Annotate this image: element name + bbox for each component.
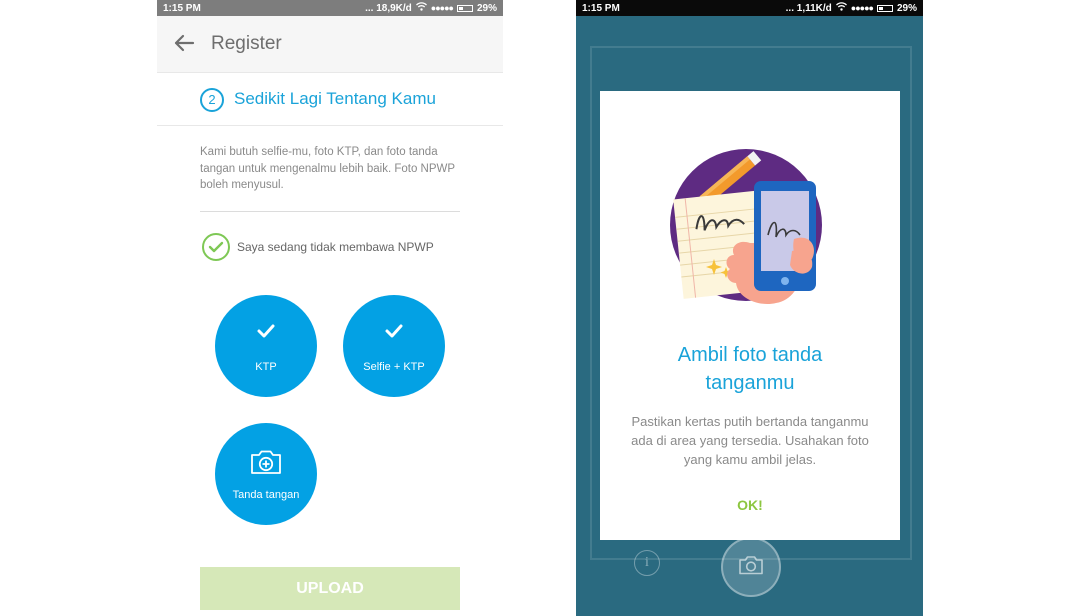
- signature-phone-illustration: [670, 149, 822, 305]
- wifi-icon: [415, 2, 427, 14]
- step-title: Sedikit Lagi Tentang Kamu: [234, 89, 436, 108]
- selfie-ktp-button-label: Selfie + KTP: [363, 361, 425, 373]
- instruction-text: Kami butuh selfie-mu, foto KTP, dan foto…: [200, 146, 455, 191]
- dialog-message: Pastikan kertas putih bertanda tanganmu …: [631, 414, 869, 467]
- status-bar: 1:15 PM ... 18,9K/d ●●●●● 29%: [157, 0, 503, 16]
- signature-photo-dialog: Ambil foto tanda tanganmu Pastikan kerta…: [600, 91, 900, 540]
- battery-level: 29%: [476, 2, 497, 14]
- dialog-title-line2: tanganmu: [705, 372, 795, 394]
- camera-screen: 1:15 PM ... 1,11K/d ●●●●● 29% i Ambil fo…: [576, 0, 923, 616]
- dialog-title-line1: Ambil foto tanda: [677, 344, 823, 366]
- battery-icon: [456, 4, 473, 12]
- checkmark-icon: [343, 323, 445, 339]
- info-icon[interactable]: i: [634, 550, 660, 576]
- checkmark-icon: [215, 323, 317, 339]
- check-circle-icon[interactable]: [202, 233, 230, 261]
- register-screen: 1:15 PM ... 18,9K/d ●●●●● 29% Register 2…: [157, 0, 503, 616]
- camera-icon: [738, 555, 764, 580]
- signature-button-label: Tanda tangan: [232, 489, 300, 501]
- add-photo-icon: [215, 449, 317, 475]
- npwp-option[interactable]: Saya sedang tidak membawa NPWP: [202, 231, 434, 263]
- step-header: 2 Sedikit Lagi Tentang Kamu: [157, 73, 503, 126]
- signal-icon: ●●●●●: [430, 3, 454, 13]
- network-speed: ... 1,11K/d: [785, 2, 832, 14]
- ktp-button-label: KTP: [255, 361, 277, 373]
- step-number-badge: 2: [200, 88, 224, 112]
- app-bar: Register: [157, 16, 503, 73]
- wifi-icon: [835, 2, 847, 14]
- dialog-title: Ambil foto tanda tanganmu: [600, 341, 900, 397]
- camera-shutter-button[interactable]: [721, 537, 781, 597]
- signature-button[interactable]: Tanda tangan: [215, 423, 317, 525]
- status-bar: 1:15 PM ... 1,11K/d ●●●●● 29%: [576, 0, 923, 16]
- battery-icon: [876, 4, 893, 12]
- selfie-ktp-button[interactable]: Selfie + KTP: [343, 295, 445, 397]
- npwp-option-label: Saya sedang tidak membawa NPWP: [237, 240, 434, 254]
- signal-icon: ●●●●●: [850, 3, 874, 13]
- back-arrow-icon[interactable]: [173, 32, 195, 54]
- page-title: Register: [211, 33, 282, 54]
- network-speed: ... 18,9K/d: [365, 2, 412, 14]
- divider: [200, 211, 460, 212]
- status-time: 1:15 PM: [582, 2, 620, 14]
- battery-level: 29%: [896, 2, 917, 14]
- upload-button[interactable]: UPLOAD: [200, 567, 460, 610]
- ok-button[interactable]: OK!: [600, 497, 900, 513]
- ktp-button[interactable]: KTP: [215, 295, 317, 397]
- status-time: 1:15 PM: [163, 2, 201, 14]
